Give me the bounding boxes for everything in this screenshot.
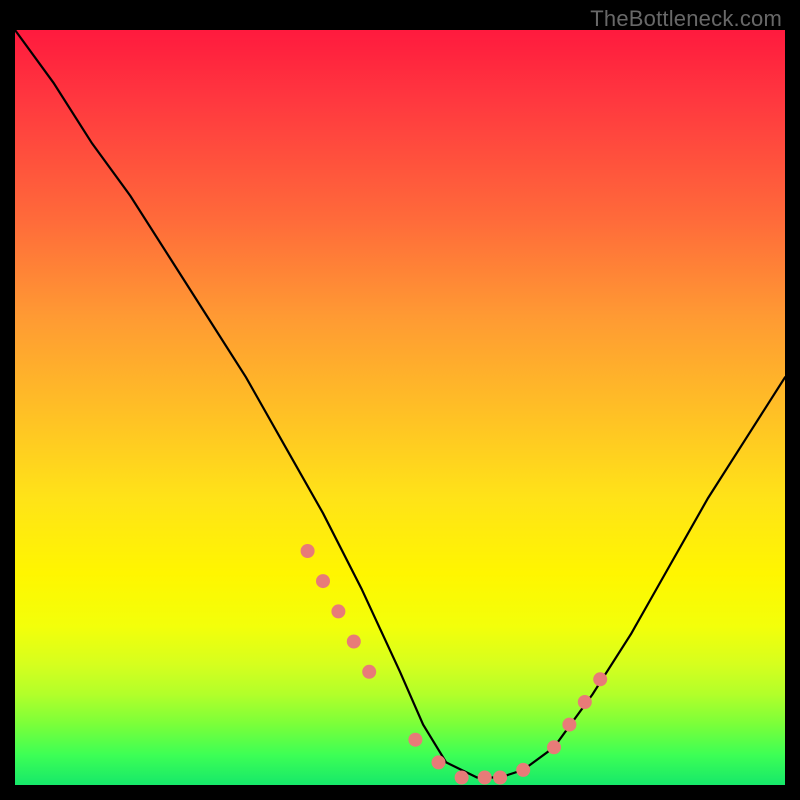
highlight-dot: [562, 718, 576, 732]
highlight-dot: [493, 771, 507, 785]
highlight-dot: [331, 604, 345, 618]
highlight-dot: [432, 755, 446, 769]
highlight-dot: [408, 733, 422, 747]
highlight-dot: [455, 771, 469, 785]
bottleneck-curve: [15, 30, 785, 778]
highlight-dot: [362, 665, 376, 679]
watermark-text: TheBottleneck.com: [590, 6, 782, 32]
highlight-dot: [516, 763, 530, 777]
highlight-dot: [593, 672, 607, 686]
highlight-dot: [301, 544, 315, 558]
highlight-dot: [578, 695, 592, 709]
highlight-dot: [547, 740, 561, 754]
highlight-dot: [347, 635, 361, 649]
plot-area: [15, 30, 785, 785]
highlight-dots: [301, 544, 608, 785]
chart-svg: [15, 30, 785, 785]
highlight-dot: [478, 771, 492, 785]
highlight-dot: [316, 574, 330, 588]
